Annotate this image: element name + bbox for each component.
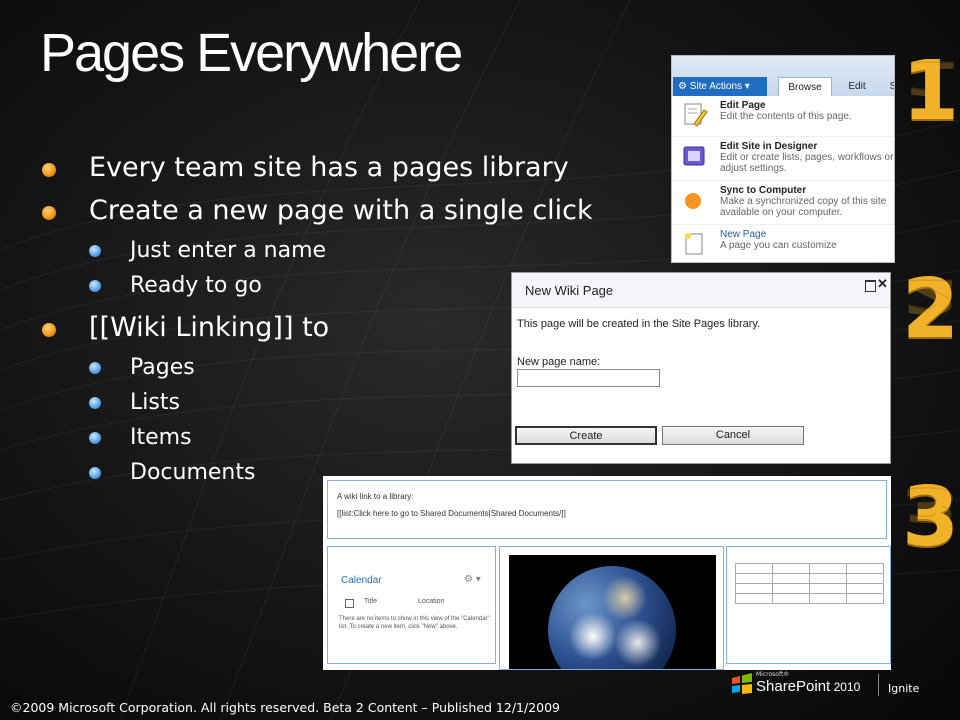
web-part-menu-icon[interactable]: ⚙ ▾ <box>464 574 481 585</box>
menu-item-title: Edit Page <box>720 100 766 111</box>
sub-bullet-text: Pages <box>130 355 195 380</box>
step-number-3: 3 3 <box>902 470 959 565</box>
sub-bullet-text: Ready to go <box>130 273 262 298</box>
wiki-link-markup: [[list:Click here to go to Shared Docume… <box>337 509 566 518</box>
step-number-reflection: 2 <box>902 269 960 322</box>
select-all-checkbox[interactable] <box>345 599 354 608</box>
new-page-icon <box>685 233 703 255</box>
tab-partial[interactable]: S <box>886 77 894 96</box>
blue-bullet-icon <box>89 467 101 479</box>
logo-divider <box>878 674 879 696</box>
orange-bullet-icon <box>42 323 56 337</box>
edit-page-icon <box>684 103 708 127</box>
sub-bullet-text: Just enter a name <box>130 238 327 263</box>
menu-item-title: Sync to Computer <box>720 185 807 196</box>
menu-item-edit-in-designer[interactable]: Edit Site in Designer Edit or create lis… <box>672 137 894 181</box>
menu-item-desc: Edit or create lists, pages, workflows o… <box>720 152 894 174</box>
menu-item-edit-page[interactable]: Edit Page Edit the contents of this page… <box>672 96 894 137</box>
tab-edit[interactable]: Edit <box>842 77 872 96</box>
blue-bullet-icon <box>89 362 101 374</box>
copyright-notice: ©2009 Microsoft Corporation. All rights … <box>10 700 561 715</box>
sharepoint-flag-icon <box>732 673 752 694</box>
menu-item-desc: Make a synchronized copy of this site av… <box>720 196 887 218</box>
menu-item-title: Edit Site in Designer <box>720 141 818 152</box>
bullet-text: [[Wiki Linking]] to <box>89 312 330 343</box>
empty-list-message: There are no items to show in this view … <box>339 616 490 630</box>
step-number-2: 2 2 <box>902 262 959 357</box>
blue-bullet-icon <box>89 432 101 444</box>
designer-icon <box>683 146 705 166</box>
logo-ignite: Ignite <box>888 682 920 695</box>
chevron-down-icon: ▾ <box>742 81 750 92</box>
bullet-pages-library: Every team site has a pages library <box>40 150 660 193</box>
page-name-input[interactable] <box>517 369 660 387</box>
sub-bullet-text: Lists <box>130 390 180 415</box>
sub-bullet: Just enter a name <box>40 236 660 271</box>
site-actions-button[interactable]: ⚙ Site Actions ▾ <box>673 77 767 96</box>
close-icon[interactable]: ✕ <box>877 276 888 292</box>
logo-product: SharePoint 2010 <box>756 678 860 695</box>
bullet-text: Create a new page with a single click <box>89 195 593 226</box>
cancel-button[interactable]: Cancel <box>662 426 804 445</box>
logo-version-text: 2010 <box>833 680 861 694</box>
empty-table <box>735 563 884 604</box>
menu-item-title: New Page <box>720 229 767 240</box>
dialog-header: New Wiki Page ✕ <box>512 273 890 308</box>
create-button[interactable]: Create <box>515 426 657 445</box>
blue-bullet-icon <box>89 280 101 292</box>
site-actions-label: Site Actions <box>689 81 743 92</box>
logo-version: 2010 <box>830 680 861 694</box>
sharepoint-logo: Microsoft® SharePoint 2010 Ignite <box>730 670 930 710</box>
calendar-title[interactable]: Calendar <box>341 575 382 586</box>
column-header-title[interactable]: Title <box>364 598 377 605</box>
sub-bullet-text: Items <box>130 425 192 450</box>
calendar-web-part: Calendar ⚙ ▾ Title Location There are no… <box>327 546 496 664</box>
page-title: Pages Everywhere <box>40 23 463 83</box>
step-number-reflection: 3 <box>902 477 960 530</box>
tab-browse[interactable]: Browse <box>778 77 832 96</box>
menu-item-desc: A page you can customize <box>720 240 837 251</box>
earth-image <box>509 555 716 669</box>
page-name-label: New page name: <box>517 356 601 368</box>
ribbon: ⚙ Site Actions ▾ Browse Edit S <box>672 56 894 96</box>
step-number-reflection: 1 <box>902 51 960 104</box>
menu-item-desc: Edit the contents of this page. <box>720 111 852 122</box>
logo-microsoft: Microsoft® <box>756 671 790 678</box>
logo-product-name: SharePoint <box>756 678 831 695</box>
wiki-page-screenshot: A wiki link to a library: [[list:Click h… <box>323 476 891 670</box>
maximize-icon[interactable] <box>865 280 876 292</box>
wiki-text-line: A wiki link to a library: <box>337 492 414 501</box>
menu-item-new-page[interactable]: New Page A page you can customize <box>672 225 894 262</box>
blue-bullet-icon <box>89 245 101 257</box>
bullet-text: Every team site has a pages library <box>89 152 569 183</box>
menu-item-sync[interactable]: Sync to Computer Make a synchronized cop… <box>672 181 894 225</box>
gear-icon: ⚙ <box>678 81 690 92</box>
wiki-content-area: A wiki link to a library: [[list:Click h… <box>327 480 887 539</box>
site-actions-screenshot: ⚙ Site Actions ▾ Browse Edit S Edit Page… <box>671 55 895 263</box>
bullet-new-page: Create a new page with a single click <box>40 193 660 236</box>
table-web-part <box>726 546 891 664</box>
sub-bullet-text: Documents <box>130 460 256 485</box>
new-wiki-page-dialog: New Wiki Page ✕ This page will be create… <box>511 272 891 464</box>
image-web-part <box>499 546 724 670</box>
orange-bullet-icon <box>42 206 56 220</box>
column-header-location[interactable]: Location <box>418 598 444 605</box>
orange-bullet-icon <box>42 163 56 177</box>
blue-bullet-icon <box>89 397 101 409</box>
step-number-1: 1 1 <box>902 44 959 139</box>
sync-icon <box>685 193 701 209</box>
dialog-message: This page will be created in the Site Pa… <box>517 318 761 330</box>
dialog-title: New Wiki Page <box>525 283 614 298</box>
earth-globe-icon <box>548 566 676 669</box>
